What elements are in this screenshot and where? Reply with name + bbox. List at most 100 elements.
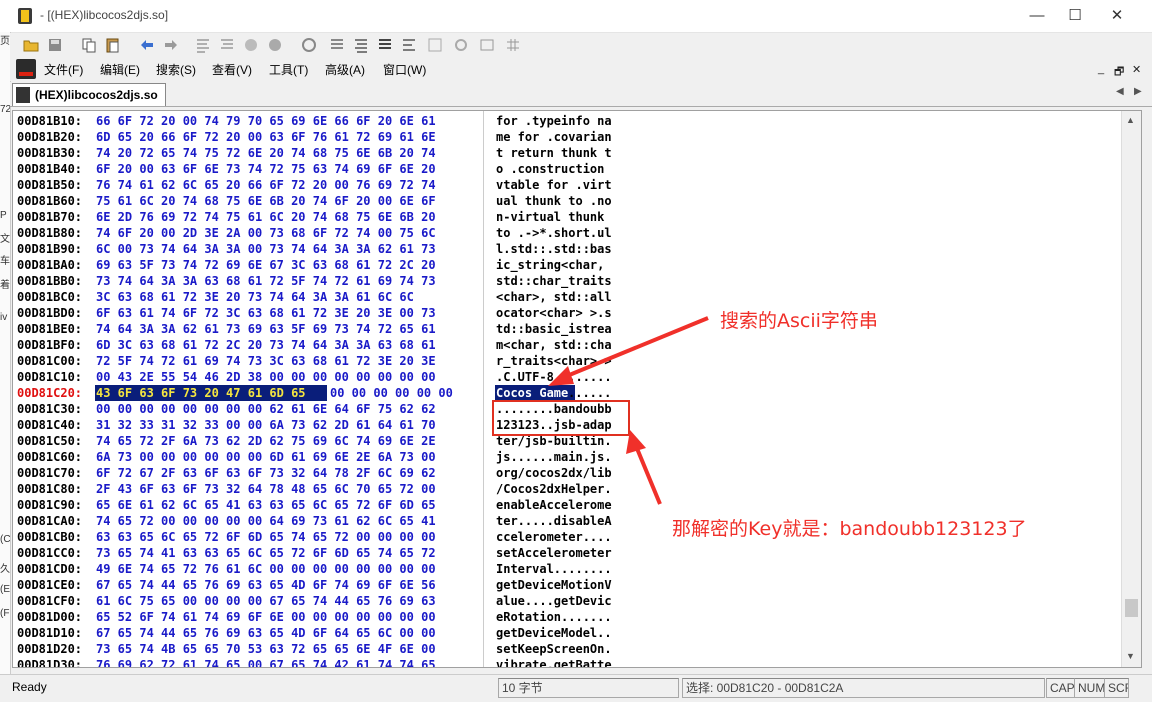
mdi-close-button[interactable]: ✕ [1132,63,1141,76]
menu-view[interactable]: 查看(V) [212,61,252,78]
hex-row[interactable]: 00D81BC0: 3C 63 68 61 72 3E 20 73 74 64 3… [13,289,1123,305]
row-hex-bytes[interactable]: 72 5F 74 72 61 69 74 73 3C 63 68 61 72 3… [96,353,436,369]
hex-row[interactable]: 00D81BE0: 74 64 3A 3A 62 61 73 69 63 5F 6… [13,321,1123,337]
row-ascii[interactable]: vtable for .virt [496,177,612,193]
hex-row[interactable]: 00D81D00: 65 52 6F 74 61 74 69 6F 6E 00 0… [13,609,1123,625]
window-icon[interactable] [478,36,496,54]
hex-row[interactable]: 00D81CC0: 73 65 74 41 63 63 65 6C 65 72 6… [13,545,1123,561]
hex-row[interactable]: 00D81D30: 76 69 62 72 61 74 65 00 67 65 7… [13,657,1123,667]
hex-row[interactable]: 00D81C00: 72 5F 74 72 61 69 74 73 3C 63 6… [13,353,1123,369]
hex-row[interactable]: 00D81BD0: 6F 63 61 74 6F 72 3C 63 68 61 7… [13,305,1123,321]
row-ascii[interactable]: ...... [568,385,611,401]
row-ascii[interactable]: vibrate.getBatte [496,657,612,667]
row-hex-bytes[interactable]: 73 65 74 41 63 63 65 6C 65 72 6F 6D 65 7… [96,545,436,561]
row-ascii[interactable]: enableAccelerome [496,497,612,513]
row-hex-bytes[interactable]: 00 43 2E 55 54 46 2D 38 00 00 00 00 00 0… [96,369,436,385]
row-ascii[interactable]: ual thunk to .no [496,193,612,209]
row-hex-bytes[interactable]: 73 65 74 4B 65 65 70 53 63 72 65 65 6E 4… [96,641,436,657]
hex-row[interactable]: 00D81CD0: 49 6E 74 65 72 76 61 6C 00 00 0… [13,561,1123,577]
row-ascii[interactable]: n-virtual thunk [496,209,612,225]
scroll-down-arrow-icon[interactable]: ▼ [1126,651,1135,661]
vertical-scrollbar[interactable]: ▲ ▼ [1121,111,1141,667]
row-hex-bytes[interactable]: 74 6F 20 00 2D 3E 2A 00 73 68 6F 72 74 0… [96,225,436,241]
align-icon[interactable] [352,36,370,54]
row-ascii[interactable]: js......main.js. [496,449,612,465]
hex-row[interactable]: 00D81B80: 74 6F 20 00 2D 3E 2A 00 73 68 6… [13,225,1123,241]
menu-search[interactable]: 搜索(S) [156,61,196,78]
close-button[interactable]: ✕ [1094,0,1140,32]
row-ascii[interactable]: std::char_traits [496,273,612,289]
row-hex-bytes[interactable]: 66 6F 72 20 00 74 79 70 65 69 6E 66 6F 2… [96,113,436,129]
row-ascii[interactable]: setKeepScreenOn. [496,641,612,657]
row-hex-bytes[interactable]: 6E 2D 76 69 72 74 75 61 6C 20 74 68 75 6… [96,209,436,225]
format-icon[interactable] [194,36,212,54]
row-ascii[interactable]: eRotation....... [496,609,612,625]
mdi-minimize-button[interactable]: _ [1098,63,1104,75]
save-icon[interactable] [46,36,64,54]
columns-icon[interactable] [376,36,394,54]
row-ascii[interactable]: o .construction [496,161,612,177]
row-hex-bytes[interactable]: 61 6C 75 65 00 00 00 00 67 65 74 44 65 7… [96,593,436,609]
selected-ascii-text[interactable]: Cocos Game [496,385,568,401]
tab-libcocos2djs[interactable]: (HEX)libcocos2djs.so [12,83,166,106]
row-ascii[interactable]: ccelerometer.... [496,529,612,545]
row-hex-bytes[interactable]: 6F 63 61 74 6F 72 3C 63 68 61 72 3E 20 3… [96,305,436,321]
table-icon[interactable] [504,36,522,54]
row-hex-bytes[interactable]: 6F 20 00 63 6F 6E 73 74 72 75 63 74 69 6… [96,161,436,177]
row-ascii[interactable]: ter.....disableA [496,513,612,529]
grid-icon[interactable] [426,36,444,54]
scrollbar-thumb[interactable] [1125,599,1138,617]
row-hex-bytes[interactable]: 00 00 00 00 00 00 [330,385,453,401]
row-hex-bytes[interactable]: 65 52 6F 74 61 74 69 6F 6E 00 00 00 00 0… [96,609,436,625]
tab-next-arrow-icon[interactable]: ▶ [1134,86,1142,97]
menu-tools[interactable]: 工具(T) [269,61,308,78]
hex-row[interactable]: 00D81BB0: 73 74 64 3A 3A 63 68 61 72 5F 7… [13,273,1123,289]
row-ascii[interactable]: m<char, std::cha [496,337,612,353]
row-hex-bytes[interactable]: 74 65 72 00 00 00 00 00 64 69 73 61 62 6… [96,513,436,529]
row-hex-bytes[interactable]: 74 20 72 65 74 75 72 6E 20 74 68 75 6E 6… [96,145,436,161]
hex-row[interactable]: 00D81BF0: 6D 3C 63 68 61 72 2C 20 73 74 6… [13,337,1123,353]
hex-row[interactable]: 00D81C70: 6F 72 67 2F 63 6F 63 6F 73 32 6… [13,465,1123,481]
bookmark-icon[interactable] [242,36,260,54]
open-folder-icon[interactable] [22,36,40,54]
hex-row[interactable]: 00D81B30: 74 20 72 65 74 75 72 6E 20 74 6… [13,145,1123,161]
row-hex-bytes[interactable]: 49 6E 74 65 72 76 61 6C 00 00 00 00 00 0… [96,561,436,577]
row-ascii[interactable]: to .->*.short.ul [496,225,612,241]
row-hex-bytes[interactable]: 63 63 65 6C 65 72 6F 6D 65 74 65 72 00 0… [96,529,436,545]
hex-row[interactable]: 00D81B50: 76 74 61 62 6C 65 20 66 6F 72 2… [13,177,1123,193]
row-hex-bytes[interactable]: 76 74 61 62 6C 65 20 66 6F 72 20 00 76 6… [96,177,436,193]
row-hex-bytes[interactable]: 65 6E 61 62 6C 65 41 63 63 65 6C 65 72 6… [96,497,436,513]
list-icon[interactable] [328,36,346,54]
row-ascii[interactable]: <char>, std::all [496,289,612,305]
row-hex-bytes[interactable]: 74 64 3A 3A 62 61 73 69 63 5F 69 73 74 7… [96,321,436,337]
undo-format-icon[interactable] [218,36,236,54]
row-ascii[interactable]: l.std::.std::bas [496,241,612,257]
settings-icon[interactable] [452,36,470,54]
row-ascii[interactable]: ic_string<char, [496,257,612,273]
hex-row[interactable]: 00D81D20: 73 65 74 4B 65 65 70 53 63 72 6… [13,641,1123,657]
row-ascii[interactable]: alue....getDevic [496,593,612,609]
row-hex-bytes[interactable]: 31 32 33 31 32 33 00 00 6A 73 62 2D 61 6… [96,417,436,433]
wrap-icon[interactable] [400,36,418,54]
hex-row[interactable]: 00D81C10: 00 43 2E 55 54 46 2D 38 00 00 0… [13,369,1123,385]
row-ascii[interactable]: setAccelerometer [496,545,612,561]
hex-row[interactable]: 00D81C60: 6A 73 00 00 00 00 00 00 6D 61 6… [13,449,1123,465]
hex-row[interactable]: 00D81B70: 6E 2D 76 69 72 74 75 61 6C 20 7… [13,209,1123,225]
row-hex-bytes[interactable]: 76 69 62 72 61 74 65 00 67 65 74 42 61 7… [96,657,436,667]
row-ascii[interactable]: Interval........ [496,561,612,577]
row-hex-bytes[interactable]: 74 65 72 2F 6A 73 62 2D 62 75 69 6C 74 6… [96,433,436,449]
back-arrow-icon[interactable] [138,36,156,54]
row-ascii[interactable]: td::basic_istrea [496,321,612,337]
row-ascii[interactable]: org/cocos2dx/lib [496,465,612,481]
menu-edit[interactable]: 编辑(E) [100,61,140,78]
row-hex-bytes[interactable]: 6D 65 20 66 6F 72 20 00 63 6F 76 61 72 6… [96,129,436,145]
selected-hex-bytes[interactable]: 43 6F 63 6F 73 20 47 61 6D 65 [96,385,306,401]
row-hex-bytes[interactable]: 67 65 74 44 65 76 69 63 65 4D 6F 74 69 6… [96,577,436,593]
hex-row[interactable]: 00D81CF0: 61 6C 75 65 00 00 00 00 67 65 7… [13,593,1123,609]
hex-row[interactable]: 00D81B10: 66 6F 72 20 00 74 79 70 65 69 6… [13,113,1123,129]
maximize-button[interactable]: ☐ [1052,0,1098,32]
hex-row[interactable]: 00D81CE0: 67 65 74 44 65 76 69 63 65 4D 6… [13,577,1123,593]
copy-icon[interactable] [80,36,98,54]
paste-icon[interactable] [104,36,122,54]
hex-row[interactable]: 00D81B40: 6F 20 00 63 6F 6E 73 74 72 75 6… [13,161,1123,177]
